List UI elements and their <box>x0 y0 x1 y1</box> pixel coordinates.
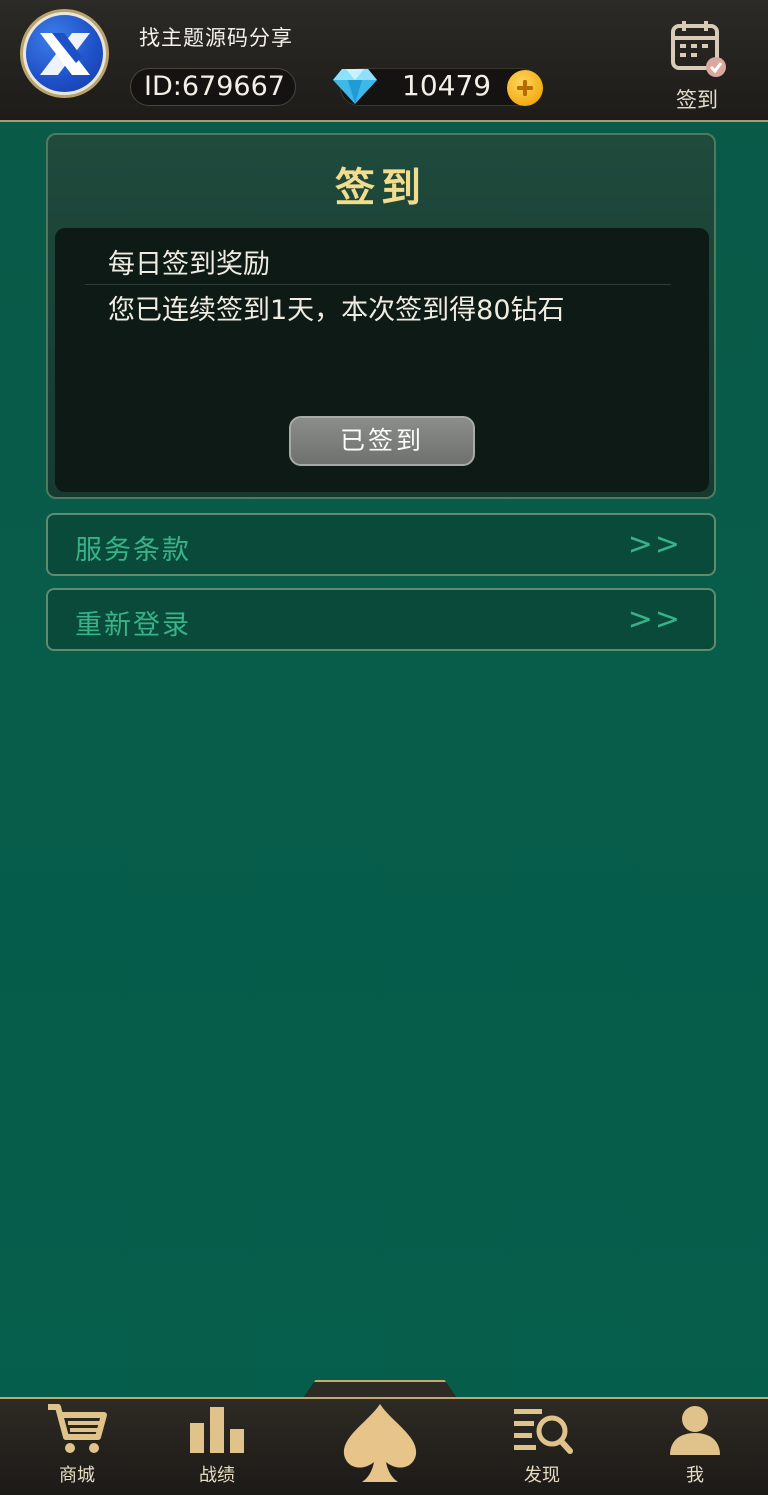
row-label: 重新登录 <box>75 610 191 641</box>
terms-of-service-row[interactable]: 服务条款 >> <box>46 513 716 576</box>
nav-discover[interactable]: 发现 <box>510 1403 574 1487</box>
signin-shortcut-button[interactable]: 签到 <box>664 18 730 112</box>
diamond-icon <box>333 69 377 104</box>
logo-icon <box>26 15 103 92</box>
nav-shop[interactable]: 商城 <box>46 1403 108 1487</box>
bar-chart-icon <box>190 1407 244 1453</box>
signin-shortcut-label: 签到 <box>676 88 718 112</box>
reward-panel: 每日签到奖励 您已连续签到1天，本次签到得80钻石 已签到 <box>55 228 709 492</box>
reward-description: 您已连续签到1天，本次签到得80钻石 <box>108 295 565 326</box>
double-arrow-icon: >> <box>627 527 682 562</box>
nav-records[interactable]: 战绩 <box>186 1403 248 1487</box>
search-list-icon <box>514 1409 573 1454</box>
nav-me-label: 我 <box>686 1465 704 1486</box>
nav-shop-label: 商城 <box>59 1465 95 1486</box>
signed-in-button[interactable]: 已签到 <box>289 416 475 466</box>
nav-records-label: 战绩 <box>199 1465 235 1486</box>
nav-me[interactable]: 我 <box>666 1403 724 1487</box>
card-title: 签到 <box>335 165 427 211</box>
row-label: 服务条款 <box>75 535 191 566</box>
double-arrow-icon: >> <box>627 602 682 637</box>
calendar-check-icon <box>671 21 726 77</box>
username: 找主题源码分享 <box>139 26 293 50</box>
reward-title: 每日签到奖励 <box>108 249 270 280</box>
spade-icon <box>343 1404 417 1482</box>
cart-icon <box>48 1404 107 1453</box>
plus-icon <box>517 80 533 96</box>
signin-card: 签到 每日签到奖励 您已连续签到1天，本次签到得80钻石 已签到 <box>46 133 716 499</box>
nav-discover-label: 发现 <box>524 1465 560 1486</box>
nav-game-home[interactable] <box>340 1400 420 1490</box>
relogin-row[interactable]: 重新登录 >> <box>46 588 716 651</box>
user-icon <box>670 1406 720 1455</box>
diamond-count: 10479 <box>402 69 492 102</box>
avatar[interactable] <box>20 9 109 98</box>
user-id: ID:679667 <box>130 68 296 106</box>
add-diamonds-button[interactable] <box>507 70 543 106</box>
top-header: 找主题源码分享 ID:679667 10479 签到 <box>0 0 768 122</box>
divider <box>85 284 671 285</box>
